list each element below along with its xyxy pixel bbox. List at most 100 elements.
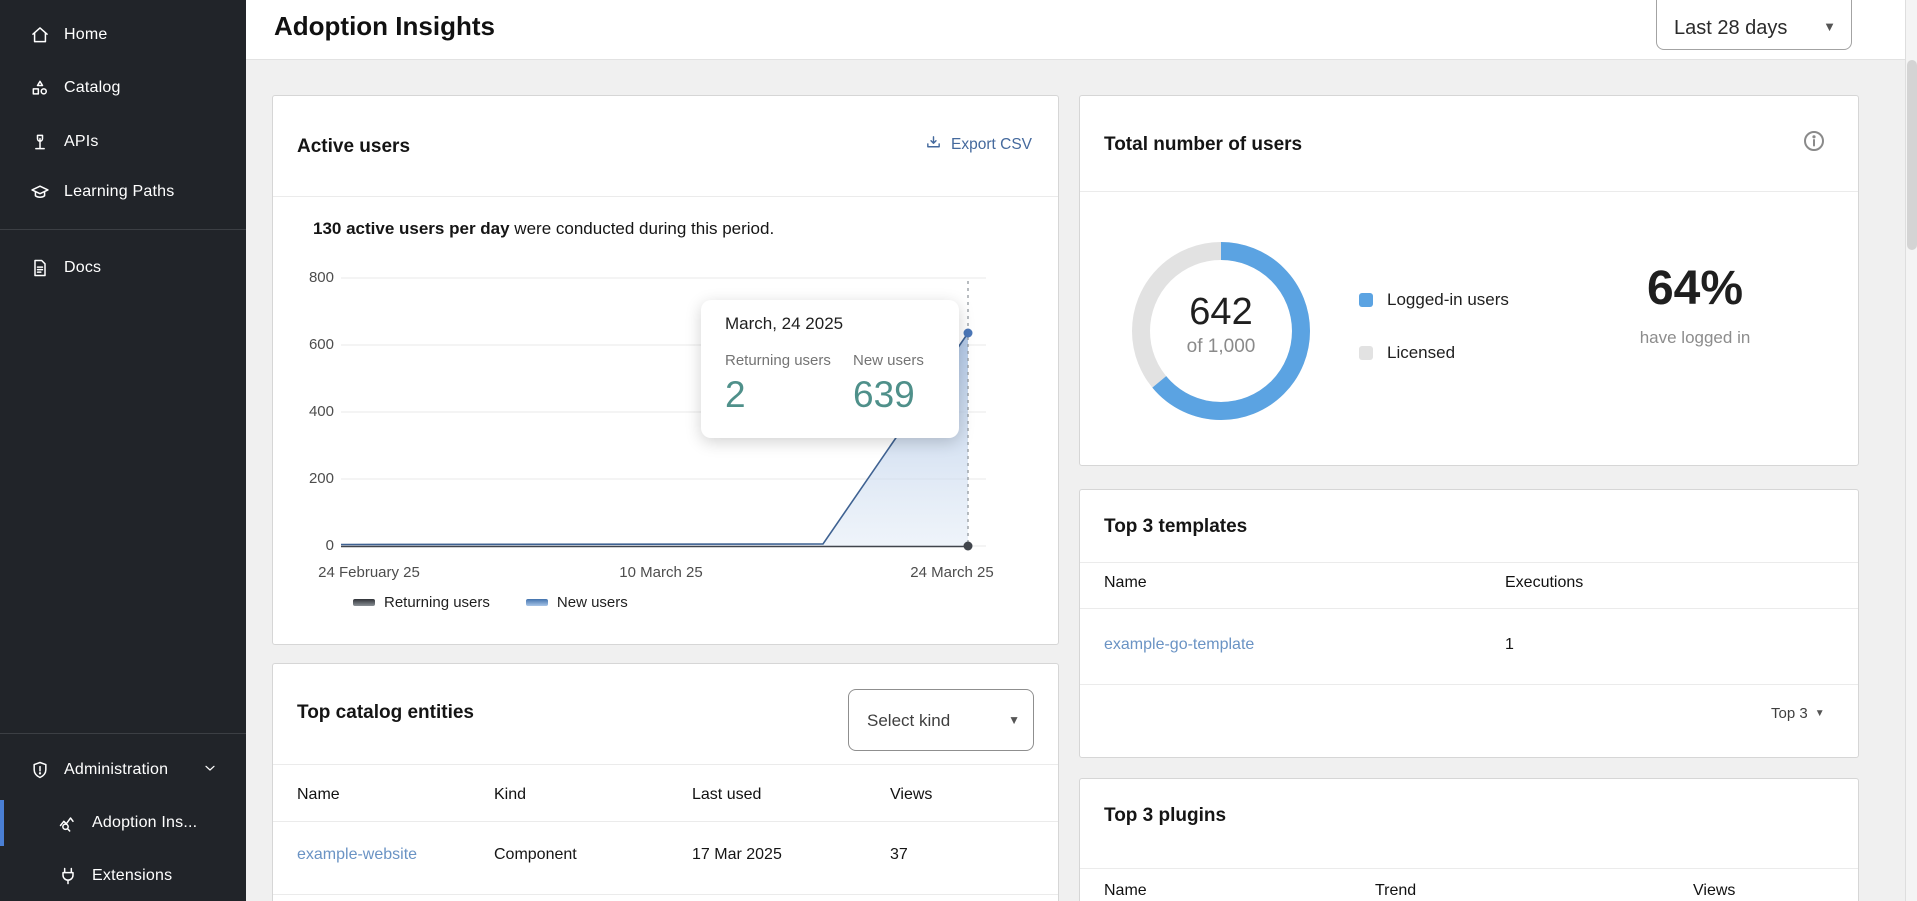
- donut-center-label: 642 of 1,000: [1121, 291, 1321, 358]
- template-link[interactable]: example-go-template: [1104, 636, 1254, 653]
- sidebar-item-apis[interactable]: APIs: [0, 122, 246, 162]
- top-templates-card: Top 3 templates Name Executions example-…: [1079, 489, 1859, 758]
- legend-logged-in: Logged-in users: [1359, 290, 1509, 310]
- donut-legend: Logged-in users Licensed: [1359, 290, 1509, 396]
- plug-icon: [58, 866, 78, 886]
- legend-label: New users: [557, 594, 628, 611]
- sidebar-item-administration[interactable]: Administration: [0, 750, 246, 790]
- legend-label: Logged-in users: [1387, 290, 1509, 310]
- column-header-executions: Executions: [1505, 574, 1583, 592]
- template-executions: 1: [1505, 636, 1514, 654]
- adoption-insights-page: Home Catalog APIs Learning Paths Docs: [0, 0, 1917, 901]
- summary-bold: 130 active users per day: [313, 219, 510, 238]
- shield-exclamation-icon: [30, 760, 50, 780]
- top-n-value: Top 3: [1771, 705, 1808, 722]
- sidebar-item-extensions[interactable]: Extensions: [0, 856, 246, 896]
- card-title: Total number of users: [1104, 134, 1302, 156]
- x-tick: 24 March 25: [910, 564, 993, 581]
- sidebar-divider: [0, 733, 246, 734]
- card-divider: [273, 196, 1058, 197]
- active-users-summary: 130 active users per day were conducted …: [313, 219, 774, 239]
- legend-new-users: New users: [526, 594, 628, 611]
- top-catalog-entities-card: Top catalog entities Select kind ▼ Name …: [272, 663, 1059, 901]
- sidebar-item-label: Docs: [64, 259, 101, 277]
- select-caret-icon: ▼: [1008, 713, 1020, 727]
- select-kind-value: Select kind: [867, 711, 950, 731]
- sidebar-item-label: Administration: [64, 761, 168, 779]
- sidebar-item-learning-paths[interactable]: Learning Paths: [0, 172, 246, 212]
- select-kind-dropdown[interactable]: Select kind ▼: [848, 689, 1034, 751]
- tooltip-label: New users: [853, 352, 924, 369]
- logged-in-count: 642: [1121, 291, 1321, 334]
- chart-legend: Returning users New users: [353, 594, 628, 611]
- sidebar-item-home[interactable]: Home: [0, 15, 246, 55]
- sidebar-item-label: Home: [64, 26, 107, 44]
- y-tick: 400: [290, 403, 334, 420]
- sidebar: Home Catalog APIs Learning Paths Docs: [0, 0, 246, 901]
- card-title: Top catalog entities: [297, 702, 474, 724]
- x-tick: 24 February 25: [318, 564, 420, 581]
- sidebar-item-adoption-insights[interactable]: Adoption Ins...: [0, 803, 246, 843]
- x-tick: 10 March 25: [619, 564, 702, 581]
- sidebar-item-label: Catalog: [64, 79, 121, 97]
- card-divider: [273, 764, 1058, 765]
- sidebar-divider: [0, 229, 246, 230]
- total-count: of 1,000: [1121, 336, 1321, 358]
- download-icon: [925, 134, 942, 156]
- sidebar-item-label: APIs: [64, 133, 99, 151]
- entity-link[interactable]: example-website: [297, 846, 417, 863]
- top-plugins-card: Top 3 plugins Name Trend Views: [1079, 778, 1859, 901]
- sidebar-item-docs[interactable]: Docs: [0, 248, 246, 288]
- tooltip-date: March, 24 2025: [725, 314, 843, 334]
- percent-caption: have logged in: [1580, 328, 1810, 348]
- table-divider: [273, 894, 1058, 895]
- info-icon[interactable]: [1802, 129, 1826, 153]
- legend-label: Licensed: [1387, 343, 1455, 363]
- sidebar-item-catalog[interactable]: Catalog: [0, 68, 246, 108]
- active-users-chart[interactable]: 800 600 400 200 0: [273, 256, 1059, 645]
- summary-rest: were conducted during this period.: [510, 219, 775, 238]
- graduation-cap-icon: [30, 182, 50, 202]
- licensed-swatch: [1359, 346, 1373, 360]
- date-range-select[interactable]: Last 28 days ▼: [1656, 0, 1852, 50]
- sidebar-item-label: Extensions: [92, 867, 172, 885]
- top-n-selector[interactable]: Top 3 ▼: [1771, 705, 1825, 722]
- page-header: Adoption Insights Last 28 days ▼: [246, 0, 1917, 60]
- y-tick: 600: [290, 336, 334, 353]
- chevron-down-icon: [202, 760, 218, 781]
- active-users-card: Active users Export CSV 130 active users…: [272, 95, 1059, 645]
- document-icon: [30, 258, 50, 278]
- export-csv-label: Export CSV: [951, 136, 1032, 154]
- table-divider: [273, 821, 1058, 822]
- entity-views: 37: [890, 846, 908, 864]
- home-icon: [30, 25, 50, 45]
- entity-last-used: 17 Mar 2025: [692, 846, 782, 864]
- api-icon: [30, 132, 50, 152]
- vertical-scrollbar[interactable]: [1905, 0, 1917, 901]
- scrollbar-thumb[interactable]: [1907, 60, 1917, 250]
- y-tick: 800: [290, 269, 334, 286]
- legend-returning-users: Returning users: [353, 594, 490, 611]
- tooltip-label: Returning users: [725, 352, 831, 369]
- select-caret-icon: ▼: [1815, 708, 1825, 719]
- page-title: Adoption Insights: [274, 11, 495, 42]
- table-row: example-go-template: [1104, 636, 1254, 654]
- date-range-value: Last 28 days: [1674, 17, 1787, 40]
- sidebar-item-label: Learning Paths: [64, 183, 174, 201]
- total-users-card: Total number of users 642 of 1,000 Logge…: [1079, 95, 1859, 466]
- card-divider: [1080, 191, 1858, 192]
- logged-in-swatch: [1359, 293, 1373, 307]
- tooltip-returning-users: Returning users 2: [725, 352, 831, 416]
- column-header-last-used: Last used: [692, 786, 761, 804]
- export-csv-button[interactable]: Export CSV: [925, 134, 1032, 156]
- column-header-views: Views: [1693, 882, 1735, 900]
- column-header-name: Name: [1104, 574, 1147, 592]
- table-divider: [1080, 608, 1858, 609]
- select-caret-icon: ▼: [1823, 19, 1836, 34]
- y-tick: 200: [290, 470, 334, 487]
- table-divider: [1080, 684, 1858, 685]
- column-header-views: Views: [890, 786, 932, 804]
- entity-kind: Component: [494, 846, 577, 864]
- card-divider: [1080, 562, 1858, 563]
- tooltip-new-users: New users 639: [853, 352, 924, 416]
